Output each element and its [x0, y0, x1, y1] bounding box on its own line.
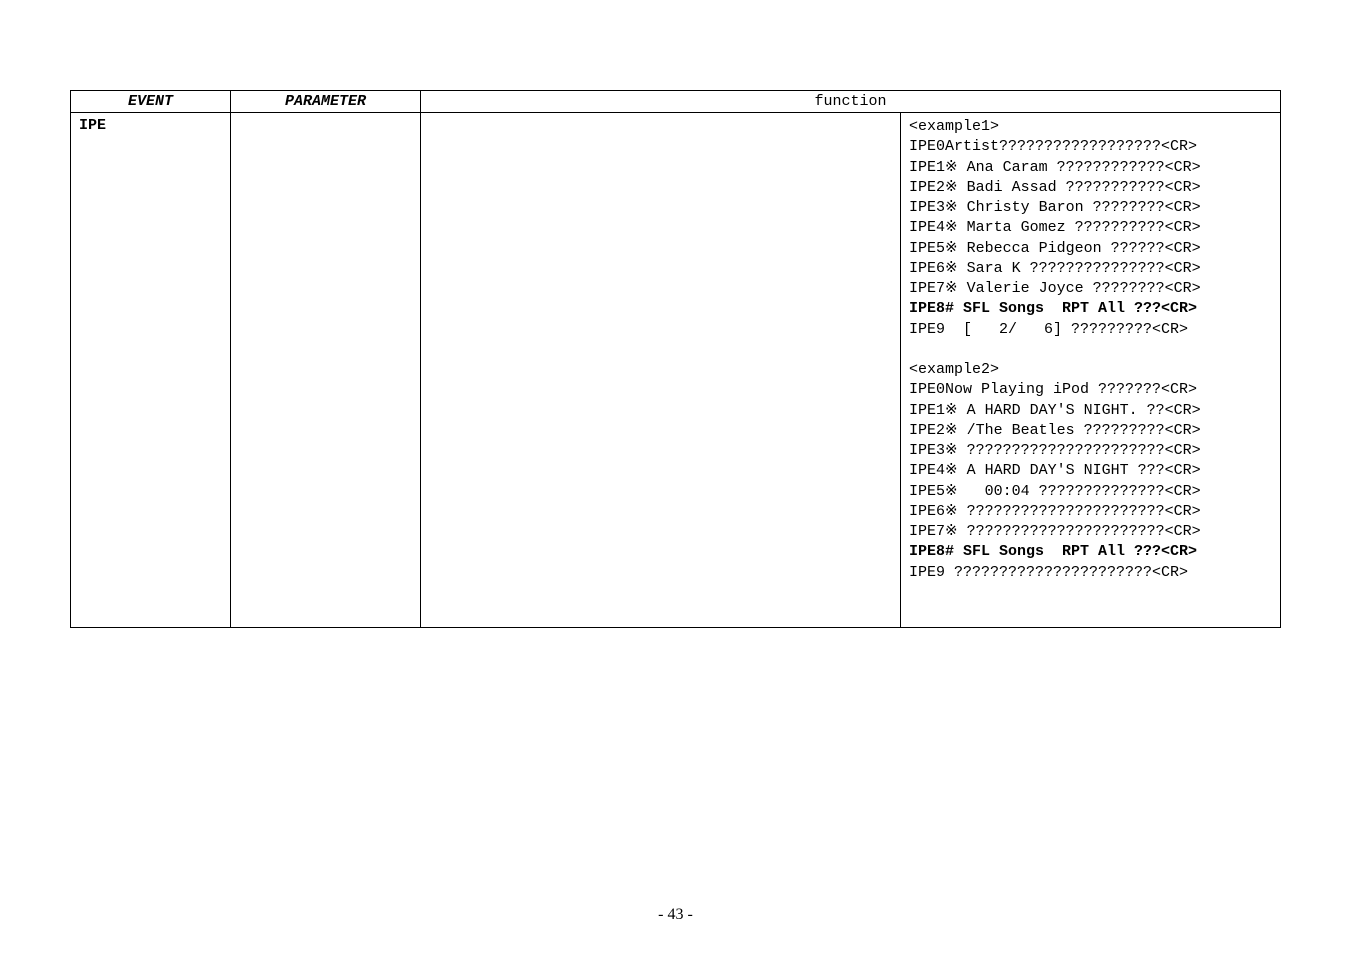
- output-line: IPE1※ Ana Caram ????????????<CR>: [909, 158, 1272, 178]
- header-parameter: PARAMETER: [231, 91, 421, 113]
- output-line: IPE9 ??????????????????????<CR>: [909, 563, 1272, 583]
- header-function: function: [421, 91, 1281, 113]
- output-line: IPE5※ Rebecca Pidgeon ??????<CR>: [909, 239, 1272, 259]
- cell-event: IPE: [71, 113, 231, 628]
- output-line: IPE8# SFL Songs RPT All ???<CR>: [909, 542, 1272, 562]
- output-line: <example1>: [909, 117, 1272, 137]
- cell-function: [421, 113, 901, 628]
- output-line: IPE0Artist??????????????????<CR>: [909, 137, 1272, 157]
- page-container: EVENT PARAMETER function IPE <example1>I…: [0, 0, 1351, 954]
- output-line: IPE3※ ??????????????????????<CR>: [909, 441, 1272, 461]
- output-line: [909, 583, 1272, 603]
- output-line: <example2>: [909, 360, 1272, 380]
- output-line: IPE2※ Badi Assad ???????????<CR>: [909, 178, 1272, 198]
- output-line: IPE6※ Sara K ???????????????<CR>: [909, 259, 1272, 279]
- output-line: IPE3※ Christy Baron ????????<CR>: [909, 198, 1272, 218]
- output-line: IPE8# SFL Songs RPT All ???<CR>: [909, 299, 1272, 319]
- output-line: IPE7※ ??????????????????????<CR>: [909, 522, 1272, 542]
- output-line: IPE2※ /The Beatles ?????????<CR>: [909, 421, 1272, 441]
- output-line: IPE6※ ??????????????????????<CR>: [909, 502, 1272, 522]
- output-line: IPE5※ 00:04 ??????????????<CR>: [909, 482, 1272, 502]
- spec-table: EVENT PARAMETER function IPE <example1>I…: [70, 90, 1281, 628]
- output-line: [909, 340, 1272, 360]
- output-line: IPE7※ Valerie Joyce ????????<CR>: [909, 279, 1272, 299]
- page-number: - 43 -: [0, 906, 1351, 924]
- header-event: EVENT: [71, 91, 231, 113]
- output-line: IPE9 [ 2/ 6] ?????????<CR>: [909, 320, 1272, 340]
- output-line: [909, 603, 1272, 623]
- table-header-row: EVENT PARAMETER function: [71, 91, 1281, 113]
- cell-output: <example1>IPE0Artist??????????????????<C…: [901, 113, 1281, 628]
- output-line: IPE4※ Marta Gomez ??????????<CR>: [909, 218, 1272, 238]
- cell-parameter: [231, 113, 421, 628]
- output-line: IPE0Now Playing iPod ???????<CR>: [909, 380, 1272, 400]
- output-line: IPE1※ A HARD DAY'S NIGHT. ??<CR>: [909, 401, 1272, 421]
- output-line: IPE4※ A HARD DAY'S NIGHT ???<CR>: [909, 461, 1272, 481]
- table-row: IPE <example1>IPE0Artist????????????????…: [71, 113, 1281, 628]
